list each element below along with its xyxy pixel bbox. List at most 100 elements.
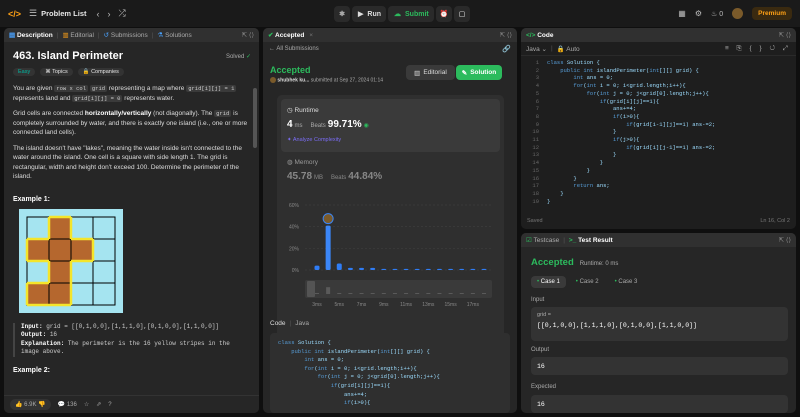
avatar[interactable] [732,8,744,19]
play-icon: ▶ [358,11,364,18]
code-line[interactable]: 1 class Solution { [525,59,796,67]
code-line[interactable]: 14 } [525,159,796,167]
runtime-bar[interactable] [436,268,442,270]
submit-button[interactable]: ☁ Submit [388,6,434,22]
code-line[interactable]: 6 if(grid[i][j]==1){ [525,98,796,106]
tab-solutions[interactable]: ⚗ Solutions [157,31,191,39]
tab-description[interactable]: ▤ Description [9,31,53,39]
description-scrollbar[interactable] [253,88,257,148]
runtime-bar[interactable] [448,268,454,270]
code-line[interactable]: 17 return ans; [525,182,796,190]
runtime-bar[interactable] [314,265,320,270]
your-submission-avatar[interactable] [322,213,334,225]
problem-list-link[interactable]: Problem List [41,9,86,18]
input-field[interactable]: grid = [[0,1,0,0],[1,1,1,0],[0,1,0,0],[1… [531,307,788,341]
layout-grid-icon[interactable]: ▦ [678,9,686,18]
topics-badge[interactable]: ⌘ Topics [40,68,73,76]
runtime-bar[interactable] [381,268,387,270]
code-line[interactable]: 4 for(int i = 0; i<grid.length;i++){ [525,82,796,90]
code-line[interactable]: 13 } [525,151,796,159]
runtime-box[interactable]: ◷ Runtime 4 ms Beats 99.71% ◉ ✦ Analyze … [281,99,500,152]
editorial-button[interactable]: ▥ Editorial [406,65,455,80]
code-line[interactable]: 19} [525,198,796,206]
code-line[interactable]: 16 } [525,175,796,183]
code-line[interactable]: 8 if(i>0){ [525,113,796,121]
memory-box[interactable]: ◍ Memory 45.78 MB Beats 44.84% [281,155,500,193]
premium-button[interactable]: Premium [752,7,792,20]
panel-controls[interactable]: ⇱ ⟨⟩ [242,31,254,39]
code-line[interactable]: 9 if(grid[i-1][j]==1) ans-=2; [525,121,796,129]
code-line[interactable]: 11 if(j>0){ [525,136,796,144]
output-field[interactable]: 16 [531,357,788,375]
next-problem-icon[interactable]: › [108,9,111,19]
code-tab[interactable]: </> Code [526,32,553,39]
like-button[interactable]: 👍 6.9K 👎 [10,399,51,410]
settings-gear-icon[interactable]: ⚙ [695,9,702,18]
username-link[interactable]: shubhek ku... [277,77,309,83]
companies-badge[interactable]: 🔒 Companies [77,68,124,76]
panel-controls[interactable]: ⇱ ⟨⟩ [500,31,512,39]
panel-controls[interactable]: ⇱ ⟨⟩ [779,236,791,244]
close-tab-icon[interactable]: × [309,32,313,39]
runtime-bar[interactable] [470,268,476,270]
code-line[interactable]: 5 for(int j = 0; j<grid[0].length;j++){ [525,90,796,98]
panel-controls[interactable]: ⇱ ⟨⟩ [779,31,791,39]
runtime-bar[interactable] [359,267,365,270]
thumb-up-icon: 👍 [15,402,23,408]
difficulty-badge[interactable]: Easy [13,68,36,76]
runtime-bar[interactable] [425,268,431,270]
runtime-bar[interactable] [481,268,487,270]
code-line[interactable]: 3 int ans = 0; [525,74,796,82]
leetcode-logo-icon[interactable]: </> [8,9,21,19]
code-line[interactable]: 12 if(grid[i][j-1]==1) ans-=2; [525,144,796,152]
tab-editorial[interactable]: ▥ Editorial [62,31,93,39]
editor-tool-icons[interactable]: ≡ ⎘ { } ↺ ⤢ [725,45,791,53]
code-editor-body[interactable]: 1 class Solution {2 public int islandPeri… [521,59,796,211]
runtime-bar[interactable] [414,268,420,270]
range-navigator[interactable] [305,280,492,298]
all-submissions-link[interactable]: ← All Submissions [269,46,319,52]
share-icon[interactable]: ⇗ [96,401,101,408]
analyze-complexity-link[interactable]: ✦ Analyze Complexity [287,137,341,143]
tab-accepted[interactable]: ✔ Accepted [268,31,304,39]
runtime-bar[interactable] [347,267,353,270]
code-line[interactable]: 15 } [525,167,796,175]
runtime-distribution-chart[interactable]: 60% 40% 20% 0% 3ms 5ms 7ms 9ms 11ms 13ms 15ms 17ms [277,195,504,341]
timer-button[interactable]: ⏰ [436,6,452,22]
streak-counter[interactable]: ♨ 0 [711,10,723,18]
link-icon[interactable]: 🔗 [502,45,511,53]
run-button[interactable]: ▶ Run [352,6,386,22]
code-line[interactable]: 2 public int islandPerimeter(int[][] gri… [525,67,796,75]
code-line[interactable]: 7 ans+=4; [525,105,796,113]
range-handle[interactable] [307,281,315,297]
notes-button[interactable]: ▢ [454,6,470,22]
runtime-bar[interactable] [459,268,465,270]
tab-submissions[interactable]: ↺ Submissions [104,31,148,39]
expected-field[interactable]: 16 [531,395,788,413]
debug-button[interactable]: ✱ [334,6,350,22]
prev-problem-icon[interactable]: ‹ [97,9,100,19]
tab-test-result[interactable]: >_ Test Result [569,237,613,244]
runtime-bar[interactable] [325,225,331,270]
test-tabs: ☑ Testcase | >_ Test Result ⇱ ⟨⟩ [521,233,796,247]
comments-button[interactable]: 💬 136 [58,401,77,408]
description-footer: 👍 6.9K 👎 💬 136 ☆ ⇗ ? [4,395,259,413]
language-select[interactable]: Java ⌄ [526,45,547,53]
code-line[interactable]: 10 } [525,128,796,136]
code-line[interactable]: 18 } [525,190,796,198]
case-tab-1[interactable]: • Case 1 [531,276,566,288]
solution-button[interactable]: ✎ Solution [456,65,502,80]
star-icon[interactable]: ☆ [84,401,89,408]
runtime-bar[interactable] [370,267,376,270]
list-icon[interactable]: ☰ [29,8,37,19]
runtime-bar[interactable] [403,268,409,270]
case-tab-3[interactable]: • Case 3 [609,276,644,288]
case-tab-2[interactable]: • Case 2 [570,276,605,288]
tab-testcase[interactable]: ☑ Testcase [526,236,559,244]
mini-bar [415,293,420,294]
runtime-bar[interactable] [392,268,398,270]
auto-indent-toggle[interactable]: 🔒 Auto [557,45,580,53]
shuffle-icon[interactable]: ⤮ [119,8,126,19]
help-icon[interactable]: ? [108,402,111,408]
runtime-bar[interactable] [336,263,342,271]
